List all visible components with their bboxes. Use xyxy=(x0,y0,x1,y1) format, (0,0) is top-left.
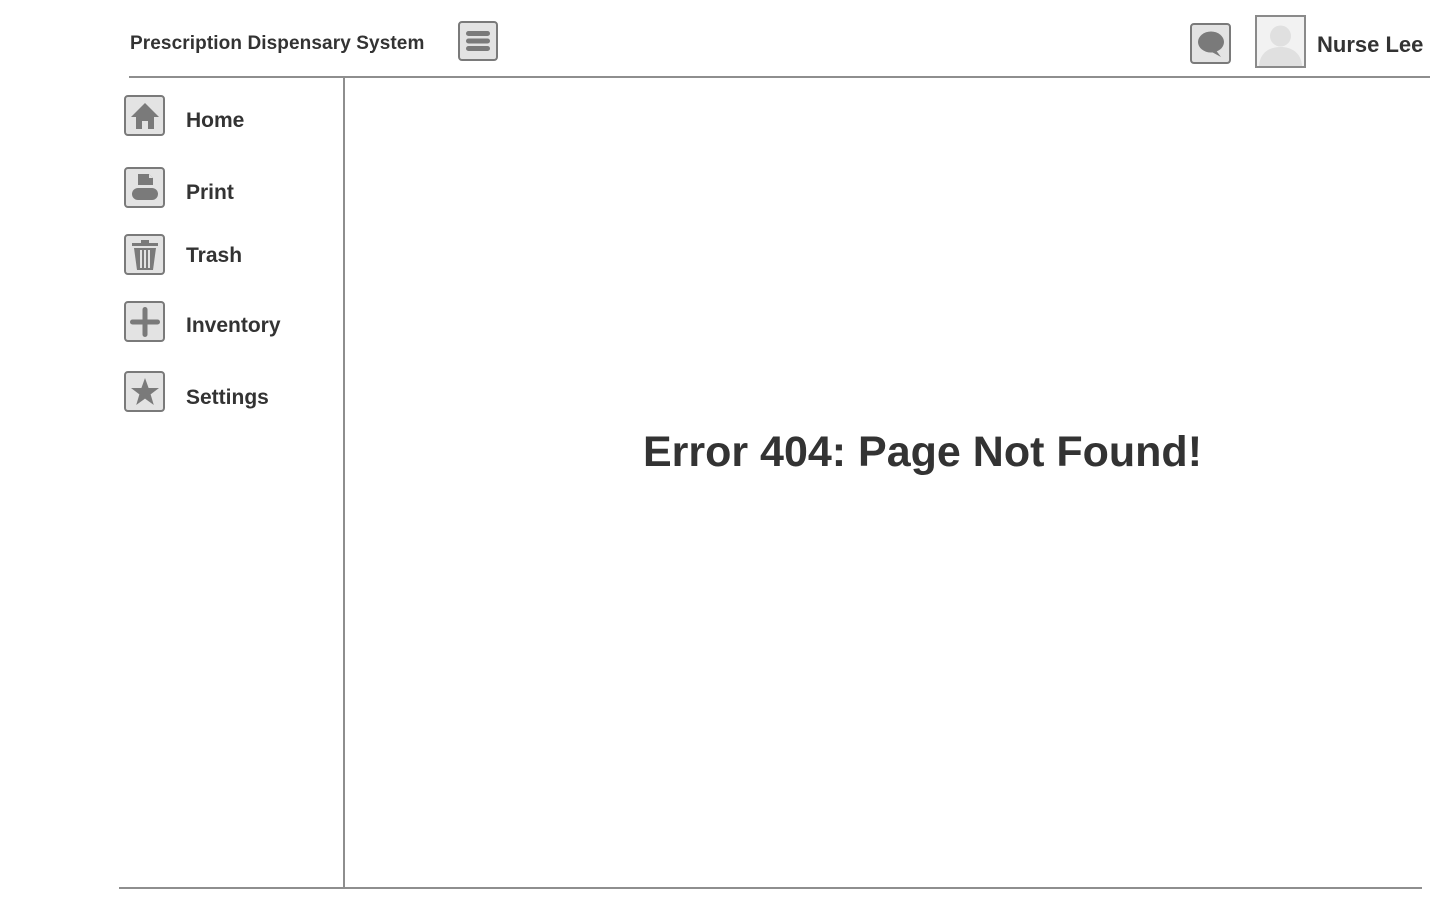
error-message: Error 404: Page Not Found! xyxy=(642,428,1203,476)
sidebar-divider xyxy=(343,77,345,889)
user-avatar[interactable] xyxy=(1255,15,1306,68)
star-icon xyxy=(124,371,165,412)
app-title: Prescription Dispensary System xyxy=(130,33,425,54)
sidebar-item-label: Settings xyxy=(186,386,269,409)
footer-divider xyxy=(119,887,1422,889)
speech-bubble-icon xyxy=(1196,30,1226,58)
sidebar-item-label: Print xyxy=(186,181,234,204)
hamburger-menu-icon xyxy=(465,29,491,53)
menu-button[interactable] xyxy=(458,21,498,61)
sidebar-item-label: Trash xyxy=(186,244,243,267)
sidebar-item-label: Home xyxy=(186,109,245,132)
user-avatar-icon xyxy=(1257,17,1304,66)
plus-icon xyxy=(124,301,165,342)
sidebar-item-inventory[interactable]: Inventory xyxy=(124,301,334,343)
trash-icon xyxy=(124,234,165,275)
sidebar-item-settings[interactable]: Settings xyxy=(124,371,334,413)
header-divider xyxy=(129,76,1430,78)
sidebar-item-label: Inventory xyxy=(186,314,281,337)
printer-icon xyxy=(124,167,165,208)
chat-button[interactable] xyxy=(1190,23,1231,64)
home-icon xyxy=(124,95,165,136)
user-name[interactable]: Nurse Lee xyxy=(1317,32,1423,58)
sidebar-item-print[interactable]: Print xyxy=(124,167,334,209)
sidebar-item-trash[interactable]: Trash xyxy=(124,234,334,276)
sidebar-item-home[interactable]: Home xyxy=(124,95,334,137)
